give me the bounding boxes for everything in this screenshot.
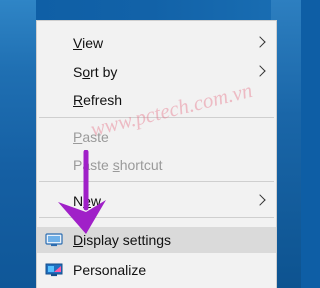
chevron-right-icon xyxy=(254,36,266,48)
menu-item-label: Paste xyxy=(73,129,109,145)
menu-item-label: Paste shortcut xyxy=(73,157,163,173)
chevron-right-icon xyxy=(254,194,266,206)
menu-item-label: Sort by xyxy=(73,64,118,80)
menu-item-paste-shortcut[interactable]: Paste shortcut xyxy=(37,152,276,178)
menu-item-label: New xyxy=(73,193,102,209)
menu-item-paste[interactable]: Paste xyxy=(37,124,276,150)
menu-item-refresh[interactable]: Refresh xyxy=(37,87,276,113)
menu-separator xyxy=(39,181,274,182)
menu-item-new[interactable]: New xyxy=(37,188,276,214)
monitor-icon xyxy=(45,233,63,247)
menu-item-label: Personalize xyxy=(73,262,147,278)
desktop-background-left xyxy=(0,0,36,288)
menu-item-label: Refresh xyxy=(73,92,123,108)
chevron-right-icon xyxy=(254,65,266,77)
menu-item-view[interactable]: View xyxy=(37,30,276,56)
menu-item-display-settings[interactable]: Display settings xyxy=(37,227,276,253)
menu-item-personalize[interactable]: Personalize xyxy=(37,257,276,283)
menu-separator xyxy=(39,217,274,218)
menu-item-label: View xyxy=(73,35,104,51)
personalize-icon xyxy=(45,263,63,277)
desktop-context-menu: View Sort by Refresh Paste Paste shortcu… xyxy=(36,20,277,288)
menu-separator xyxy=(39,117,274,118)
menu-item-sort-by[interactable]: Sort by xyxy=(37,59,276,85)
menu-item-label: Display settings xyxy=(73,232,172,248)
